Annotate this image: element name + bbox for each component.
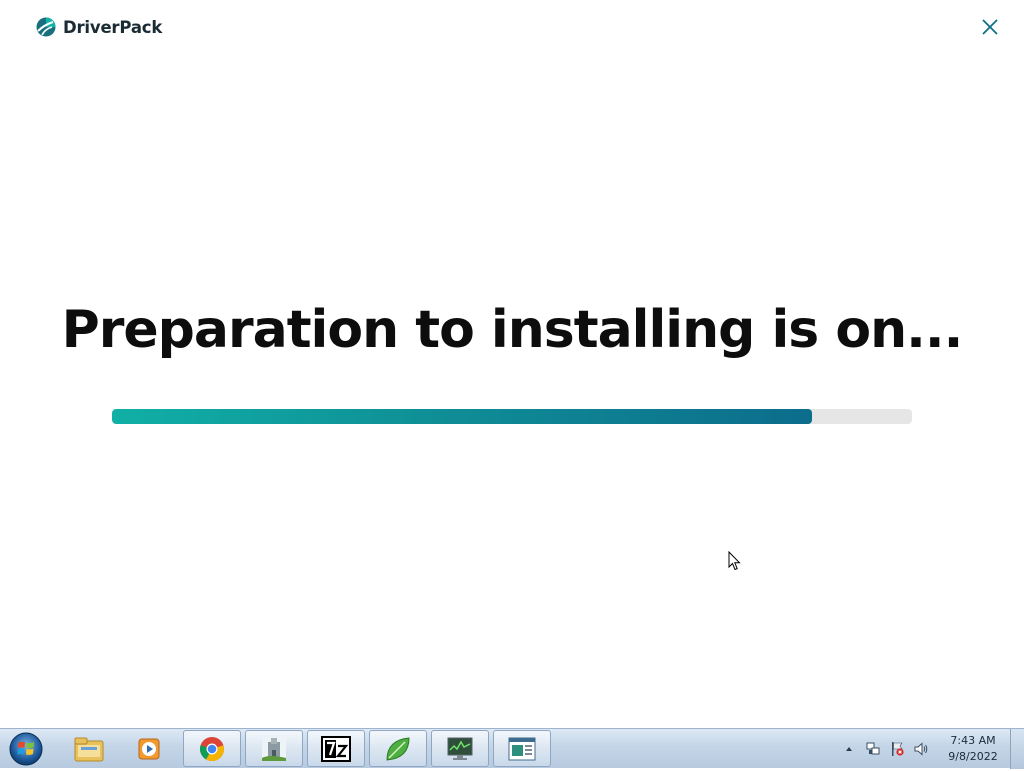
- mouse-cursor-icon: [728, 551, 741, 571]
- taskbar-item-windows-explorer[interactable]: [60, 730, 118, 767]
- close-button[interactable]: [978, 15, 1002, 39]
- system-tray: [840, 729, 930, 769]
- clock-time: 7:43 AM: [950, 734, 996, 747]
- status-heading: Preparation to installing is on...: [61, 300, 964, 360]
- windows-start-orb-icon: [9, 732, 43, 766]
- windows-taskbar: 7:43 AM 9/8/2022: [0, 728, 1024, 769]
- castle-icon: [262, 736, 286, 761]
- show-hidden-icons-button[interactable]: [840, 740, 858, 758]
- show-desktop-button[interactable]: [1010, 729, 1024, 769]
- chevron-up-icon: [846, 747, 852, 751]
- taskbar-item-app-window[interactable]: [493, 730, 551, 767]
- close-icon: [982, 19, 998, 35]
- driverpack-logo: DriverPack: [36, 17, 162, 37]
- media-player-icon: [138, 738, 160, 759]
- 7zip-icon: [321, 735, 351, 762]
- brand-name: DriverPack: [63, 17, 163, 37]
- taskbar-clock[interactable]: 7:43 AM 9/8/2022: [940, 733, 1006, 765]
- network-tray-button[interactable]: [864, 740, 882, 758]
- taskbar-item-app-castle[interactable]: [245, 730, 303, 767]
- clock-date: 9/8/2022: [948, 750, 998, 763]
- leaf-icon: [386, 736, 410, 761]
- taskbar-item-task-monitor[interactable]: [431, 730, 489, 767]
- install-progress-fill: [112, 409, 812, 424]
- network-icon: [866, 742, 880, 755]
- driverpack-logo-icon: [36, 17, 56, 37]
- taskbar-item-leaf-app[interactable]: [369, 730, 427, 767]
- speaker-icon: [914, 742, 928, 756]
- driverpack-window: DriverPack Preparation to installing is …: [0, 0, 1024, 728]
- action-center-tray-button[interactable]: [888, 740, 906, 758]
- action-center-flag-icon: [892, 742, 904, 756]
- install-progress-bar: [112, 409, 912, 424]
- start-button[interactable]: [6, 731, 46, 767]
- folder-icon: [74, 737, 104, 761]
- taskbar-item-google-chrome[interactable]: [183, 730, 241, 767]
- chrome-icon: [200, 736, 224, 761]
- taskbar-item-7-zip[interactable]: [307, 730, 365, 767]
- monitor-icon: [447, 737, 473, 760]
- taskbar-item-media-player[interactable]: [120, 730, 178, 767]
- window-icon: [508, 737, 536, 760]
- volume-tray-button[interactable]: [912, 740, 930, 758]
